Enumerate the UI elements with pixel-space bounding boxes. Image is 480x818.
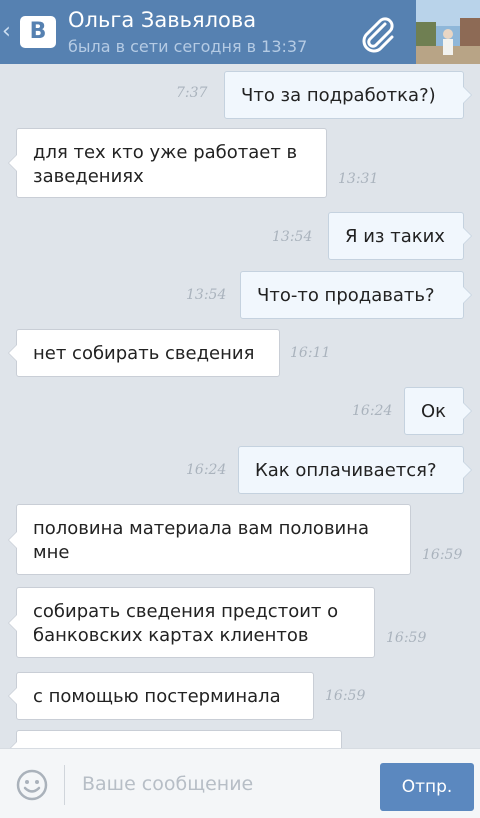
message-time: 16:59 (325, 688, 366, 704)
message-time: 16:59 (422, 547, 463, 563)
message-bubble-incoming[interactable]: для тех кто уже работает в заведениях (8, 128, 327, 198)
attachment-paperclip-icon[interactable] (358, 14, 398, 54)
message-bubble-incoming[interactable]: собирать сведения предстоит о банковских… (8, 587, 375, 658)
message-bubble-outgoing[interactable]: Что-то продавать? (240, 271, 472, 319)
message-time: 7:37 (176, 85, 208, 101)
message-time: 16:11 (290, 345, 331, 361)
message-text: с помощью постерминала (33, 686, 281, 707)
message-text: половина материала вам половина мне (33, 518, 370, 563)
message-bubble-outgoing[interactable]: Я из таких (328, 212, 472, 260)
message-text: нет собирать сведения (33, 343, 255, 364)
message-text: Я из таких (345, 226, 445, 247)
message-text: Что-то продавать? (257, 285, 435, 306)
contact-avatar[interactable] (416, 0, 480, 64)
message-input[interactable] (82, 769, 362, 799)
message-bubble-outgoing[interactable]: Как оплачивается? (238, 446, 472, 494)
send-button[interactable]: Отпр. (380, 763, 474, 811)
message-time: 13:31 (338, 171, 379, 187)
message-text: для тех кто уже работает в заведениях (33, 142, 298, 187)
back-arrow-icon[interactable]: ‹ (2, 18, 16, 46)
message-bubble-incoming[interactable]: половина материала вам половина мне (8, 504, 411, 575)
message-text: Ок (421, 401, 447, 422)
message-composer: Отпр. (0, 748, 480, 818)
message-time: 16:24 (186, 462, 227, 478)
message-bubble-incoming[interactable]: с помощью постерминала (8, 672, 314, 720)
message-text: собирать сведения предстоит о банковских… (33, 601, 339, 646)
smile-icon[interactable] (16, 769, 48, 801)
message-time: 13:54 (186, 287, 227, 303)
message-bubble-incoming[interactable]: нет собирать сведения (8, 329, 280, 377)
message-time: 13:54 (272, 229, 313, 245)
message-bubble-outgoing[interactable]: Ок (404, 387, 472, 435)
vk-logo[interactable]: B (20, 16, 56, 48)
composer-divider (64, 765, 65, 805)
contact-name[interactable]: Ольга Завьялова (68, 8, 256, 32)
message-text: Как оплачивается? (255, 460, 437, 481)
message-time: 16:24 (352, 403, 393, 419)
last-seen-status: была в сети сегодня в 13:37 (68, 37, 308, 56)
message-bubble-outgoing[interactable]: Что за подработка?) (224, 71, 472, 119)
message-time: 16:59 (386, 630, 427, 646)
message-text: Что за подработка?) (241, 85, 436, 106)
chat-header: ‹ B Ольга Завьялова была в сети сегодня … (0, 0, 480, 64)
message-list[interactable]: 7:37 Что за подработка?) для тех кто уже… (0, 64, 480, 770)
